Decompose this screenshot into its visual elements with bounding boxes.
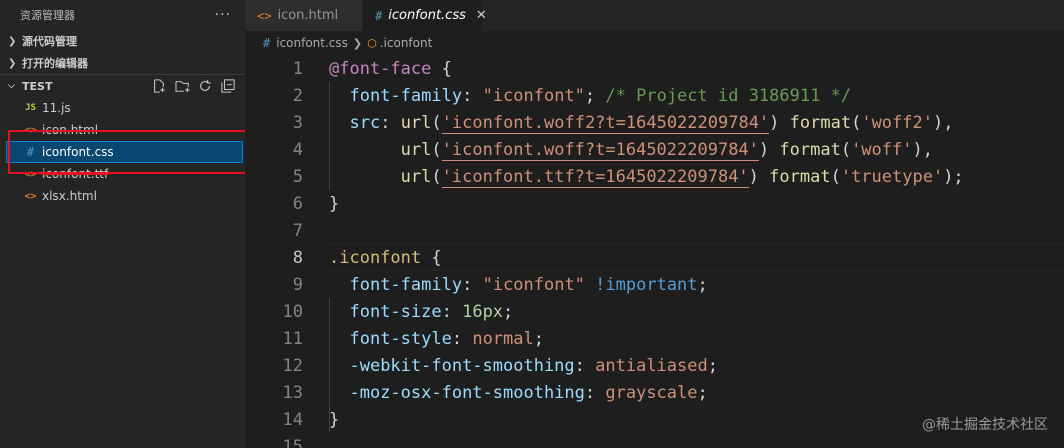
file-item-icon-html[interactable]: <> icon.html <box>0 119 245 141</box>
explorer-header: 资源管理器 ··· <box>0 0 245 30</box>
line-number: 10 <box>282 301 303 322</box>
line-number: 1 <box>292 58 303 79</box>
line-number: 6 <box>292 193 303 214</box>
chevron-right-icon: ❯ <box>8 57 17 69</box>
section-label: 打开的编辑器 <box>22 57 88 70</box>
code-editor[interactable]: 1 @font-face { 2 font-family: "iconfont"… <box>245 55 1064 448</box>
code-line: 4 url('iconfont.woff?t=1645022209784') f… <box>245 136 1064 163</box>
css-file-icon: # <box>375 8 383 23</box>
code-line: 12 -webkit-font-smoothing: antialiased; <box>245 352 1064 379</box>
file-item-xlsx-html[interactable]: <> xlsx.html <box>0 185 245 207</box>
section-label: 源代码管理 <box>22 35 77 48</box>
breadcrumb: # iconfont.css ❯ ⬡ .iconfont <box>245 31 1064 55</box>
chevron-down-icon: ⌵ <box>8 81 15 91</box>
code-line: 6 } <box>245 190 1064 217</box>
editor-area: <> icon.html # iconfont.css ✕ # iconfont… <box>245 0 1064 448</box>
code-line: 13 -moz-osx-font-smoothing: grayscale; <box>245 379 1064 406</box>
code-line: 15 <box>245 433 1064 448</box>
code-line-current: 8 .iconfont { <box>245 244 1064 271</box>
line-number: 8 <box>292 247 303 268</box>
code-line: 5 url('iconfont.ttf?t=1645022209784') fo… <box>245 163 1064 190</box>
new-file-icon[interactable] <box>152 79 166 93</box>
line-number: 14 <box>282 409 303 430</box>
tab-icon-html[interactable]: <> icon.html <box>245 0 363 31</box>
folder-label: TEST <box>22 79 53 93</box>
font-file-icon: <> <box>24 168 37 180</box>
line-number: 5 <box>292 166 303 187</box>
file-label: 11.js <box>42 101 71 115</box>
chevron-right-icon: ❯ <box>8 35 17 47</box>
file-item-iconfont-css[interactable]: # iconfont.css <box>6 141 243 163</box>
section-source-control[interactable]: ❯ 源代码管理 <box>0 30 245 52</box>
explorer-title: 资源管理器 <box>20 9 75 22</box>
folder-actions <box>152 79 245 93</box>
line-number: 13 <box>282 382 303 403</box>
tab-iconfont-css[interactable]: # iconfont.css ✕ <box>363 0 487 31</box>
line-number: 3 <box>292 112 303 133</box>
code-line: 7 <box>245 217 1064 244</box>
file-item-11-js[interactable]: JS 11.js <box>0 97 245 119</box>
line-number: 7 <box>292 220 303 241</box>
tab-label: icon.html <box>277 8 339 23</box>
line-number: 11 <box>282 328 303 349</box>
file-label: iconfont.ttf <box>42 167 109 181</box>
code-line: 1 @font-face { <box>245 55 1064 82</box>
javascript-file-icon: JS <box>25 103 36 113</box>
file-label: icon.html <box>42 123 99 137</box>
code-line: 9 font-family: "iconfont" !important; <box>245 271 1064 298</box>
line-number: 4 <box>292 139 303 160</box>
line-number: 12 <box>282 355 303 376</box>
css-file-icon: # <box>26 145 35 159</box>
breadcrumb-file[interactable]: iconfont.css <box>276 36 348 50</box>
file-label: iconfont.css <box>42 145 114 159</box>
tab-bar: <> icon.html # iconfont.css ✕ <box>245 0 1064 31</box>
code-line: 11 font-style: normal; <box>245 325 1064 352</box>
file-item-iconfont-ttf[interactable]: <> iconfont.ttf <box>0 163 245 185</box>
section-open-editors[interactable]: ❯ 打开的编辑器 <box>0 52 245 74</box>
breadcrumb-symbol[interactable]: .iconfont <box>380 36 433 50</box>
line-number: 15 <box>282 436 303 448</box>
code-line: 3 src: url('iconfont.woff2?t=16450222097… <box>245 109 1064 136</box>
explorer-sidebar: 资源管理器 ··· ❯ 源代码管理 ❯ 打开的编辑器 ⌵ TEST JS 11.… <box>0 0 254 448</box>
folder-test[interactable]: ⌵ TEST <box>0 75 245 97</box>
refresh-icon[interactable] <box>198 79 212 93</box>
file-label: xlsx.html <box>42 189 97 203</box>
html-file-icon: <> <box>257 8 272 23</box>
line-number: 2 <box>292 85 303 106</box>
watermark: @稀土掘金技术社区 <box>922 417 1048 433</box>
more-actions-icon[interactable]: ··· <box>215 7 231 23</box>
close-icon[interactable]: ✕ <box>476 8 487 23</box>
new-folder-icon[interactable] <box>175 79 190 93</box>
html-file-icon: <> <box>24 190 37 202</box>
chevron-right-icon: ❯ <box>352 36 363 50</box>
css-file-icon: # <box>263 36 271 50</box>
tab-label: iconfont.css <box>388 8 466 23</box>
html-file-icon: <> <box>24 124 37 136</box>
line-number: 9 <box>292 274 303 295</box>
collapse-all-icon[interactable] <box>221 79 235 93</box>
symbol-class-icon: ⬡ <box>367 36 377 50</box>
code-line: 10 font-size: 16px; <box>245 298 1064 325</box>
code-line: 2 font-family: "iconfont"; /* Project id… <box>245 82 1064 109</box>
